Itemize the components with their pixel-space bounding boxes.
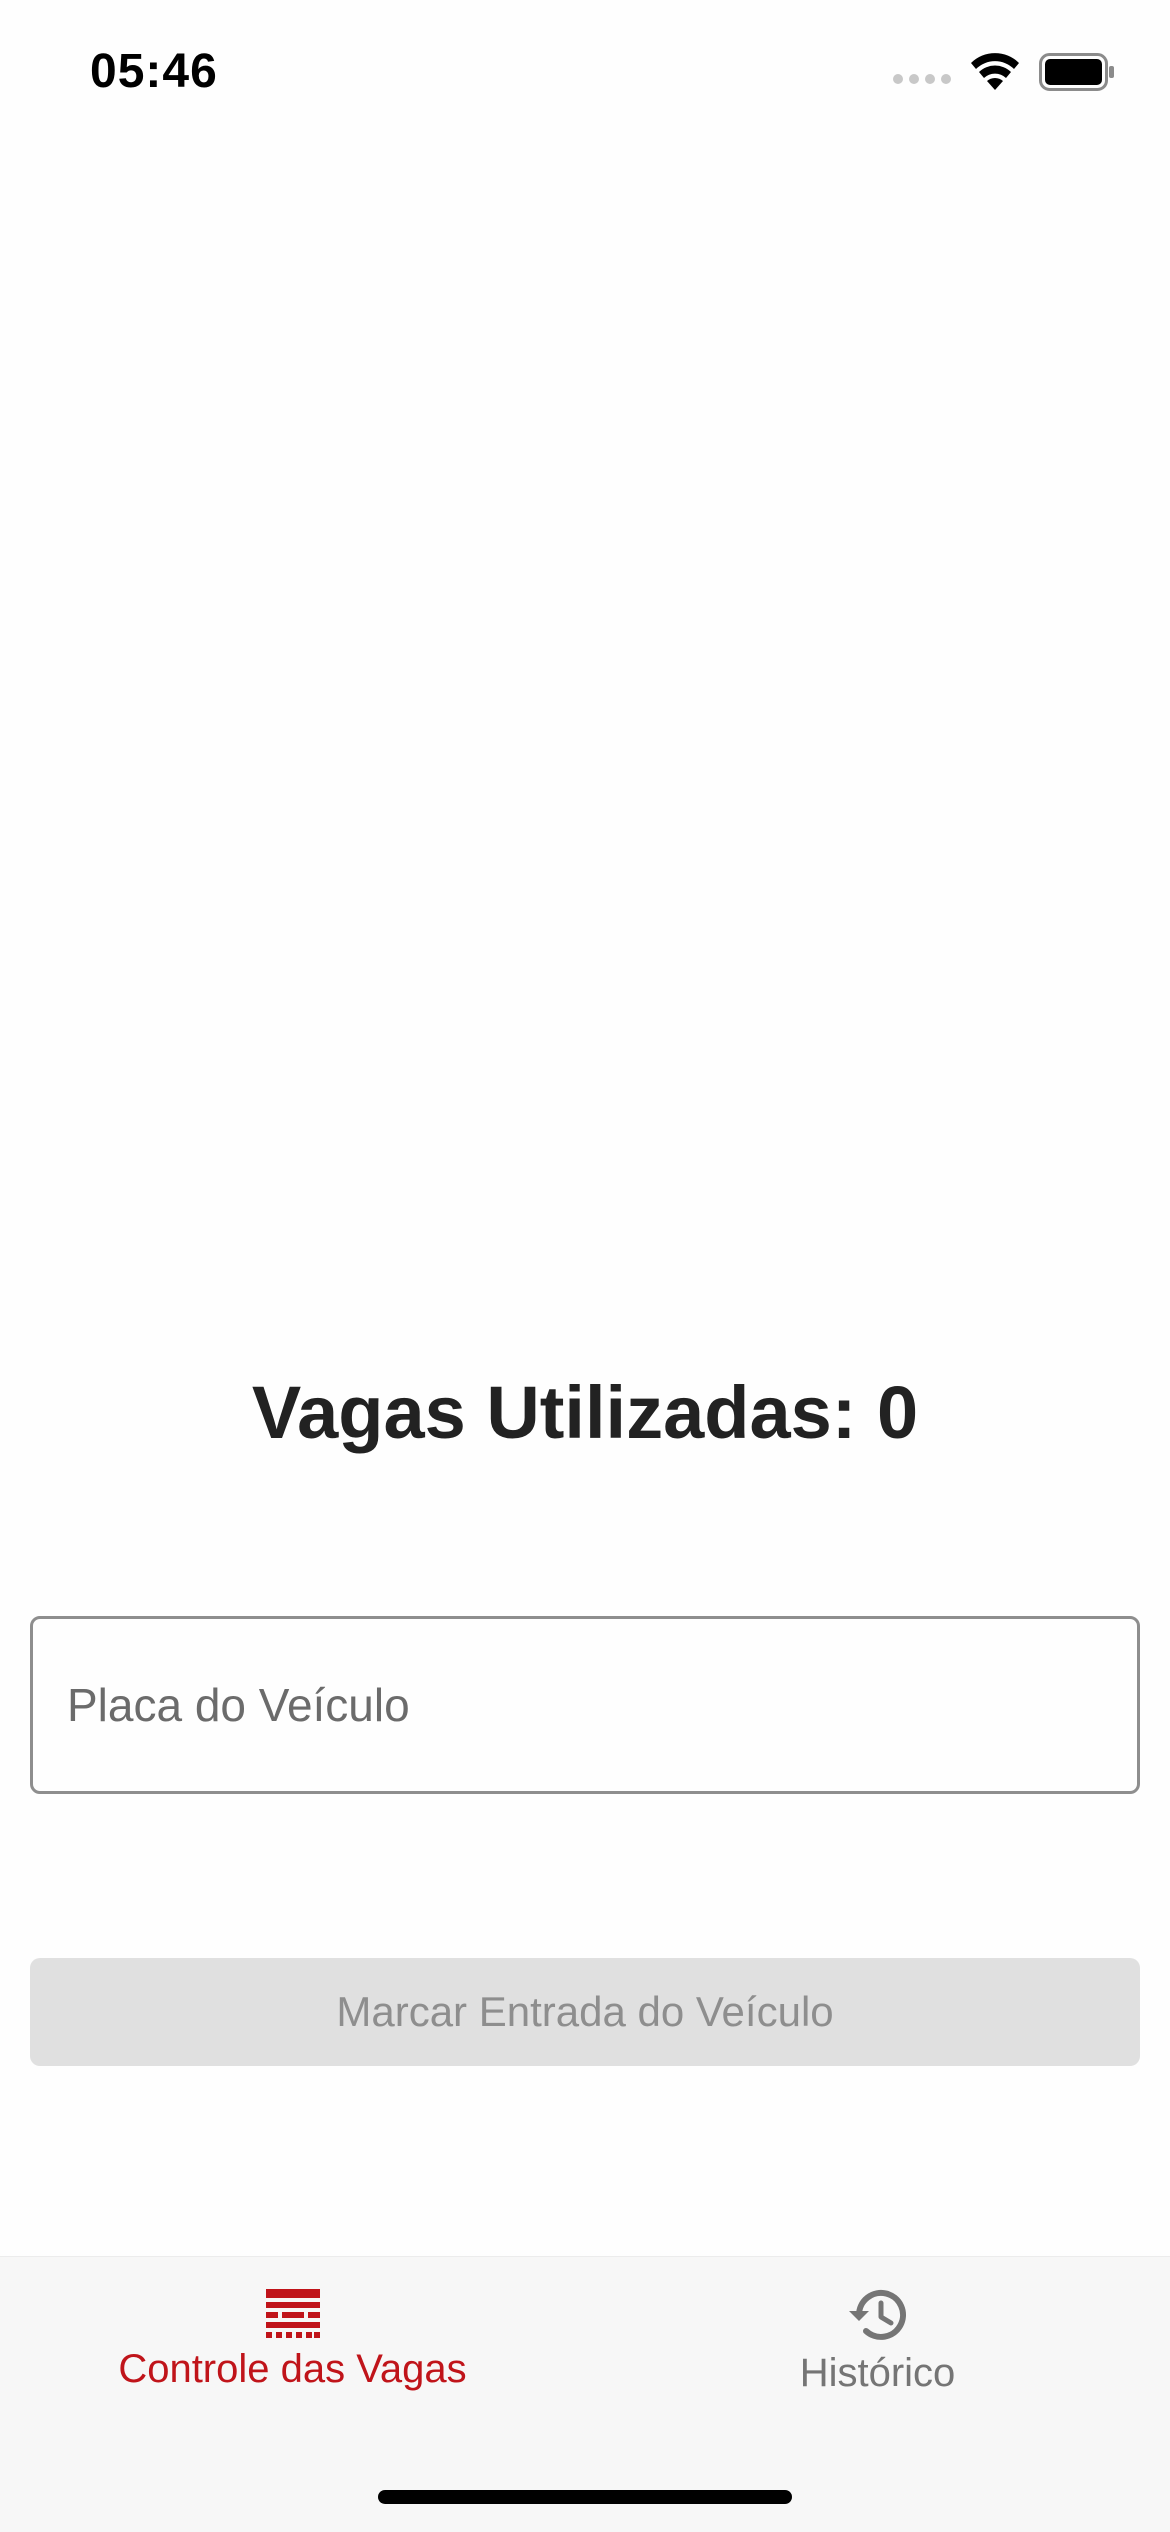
used-spots-counter: Vagas Utilizadas: 0 [251, 1371, 919, 1454]
status-icons [893, 52, 1115, 92]
main-content: Vagas Utilizadas: 0 Marcar Entrada do Ve… [0, 150, 1170, 2256]
mark-vehicle-entry-button[interactable]: Marcar Entrada do Veículo [30, 1958, 1140, 2066]
vehicle-plate-field[interactable] [30, 1616, 1140, 1794]
cellular-signal-icon [893, 74, 951, 84]
tab-historico[interactable]: Histórico [585, 2287, 1170, 2396]
tab-label-controle-das-vagas: Controle das Vagas [118, 2347, 467, 2391]
parking-grid-icon [265, 2289, 320, 2338]
home-indicator [378, 2490, 792, 2504]
tab-controle-das-vagas[interactable]: Controle das Vagas [0, 2287, 585, 2392]
app-screen: 05:46 Vagas Utilizadas: 0 Marcar Entrada… [0, 0, 1170, 2532]
tab-label-historico: Histórico [799, 2351, 956, 2395]
history-icon [848, 2289, 906, 2340]
vehicle-plate-input[interactable] [33, 1619, 1137, 1791]
battery-icon [1039, 53, 1114, 91]
wifi-icon [971, 53, 1019, 90]
status-time: 05:46 [90, 45, 218, 98]
status-bar: 05:46 [0, 0, 1170, 150]
